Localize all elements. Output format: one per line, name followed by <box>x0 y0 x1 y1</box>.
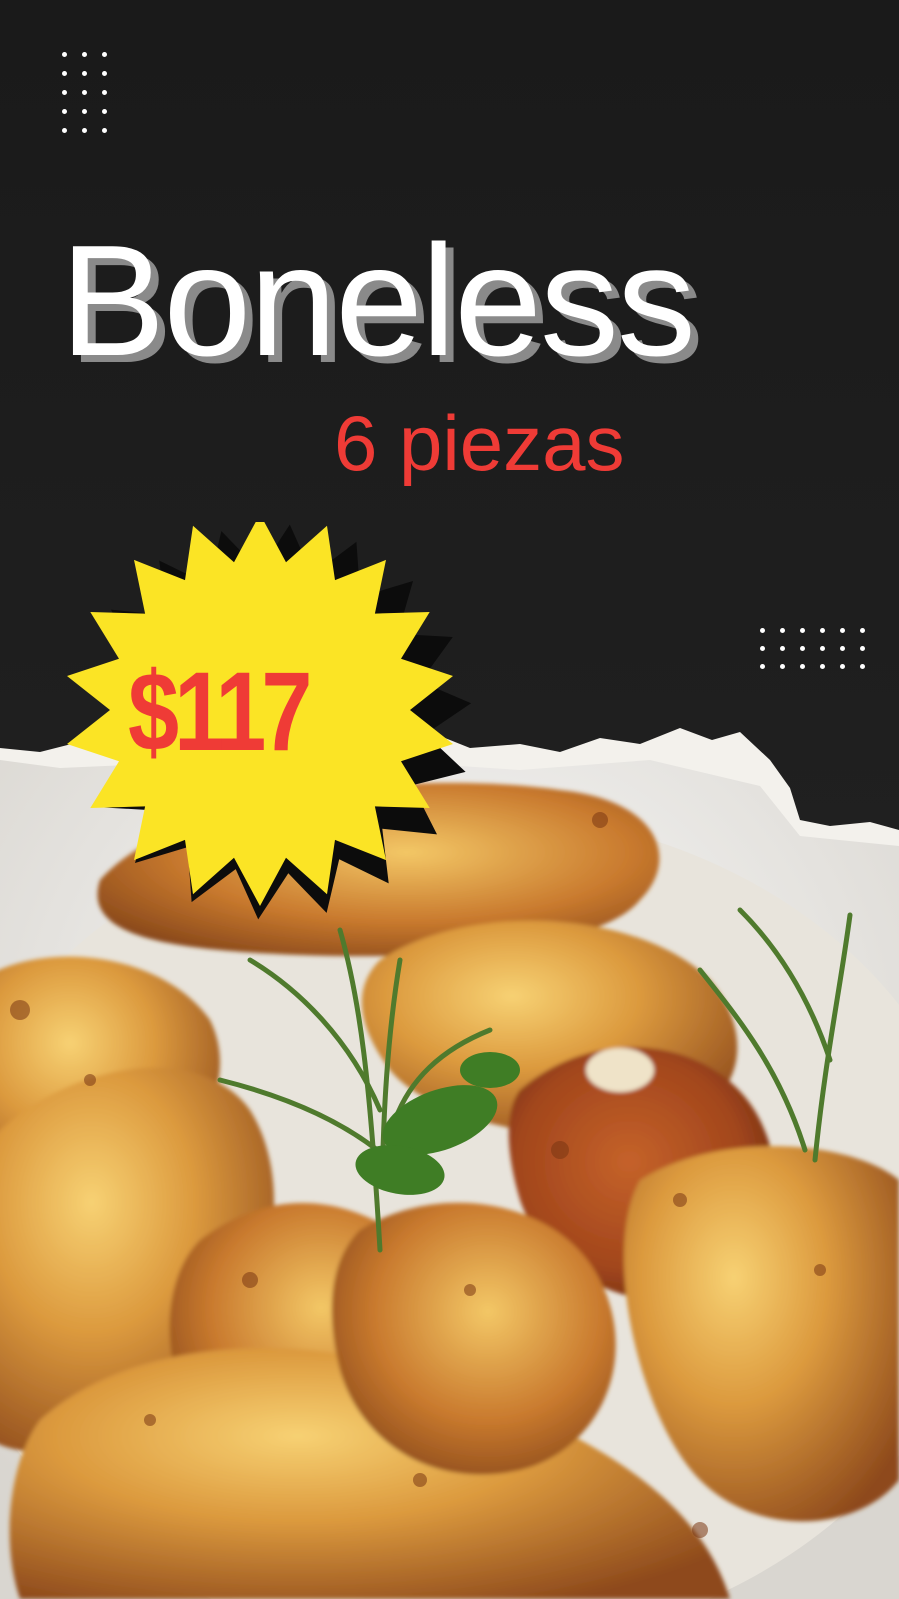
price-label: $117 <box>128 649 312 774</box>
promo-poster: Boneless 6 piezas $117 <box>0 0 899 1599</box>
